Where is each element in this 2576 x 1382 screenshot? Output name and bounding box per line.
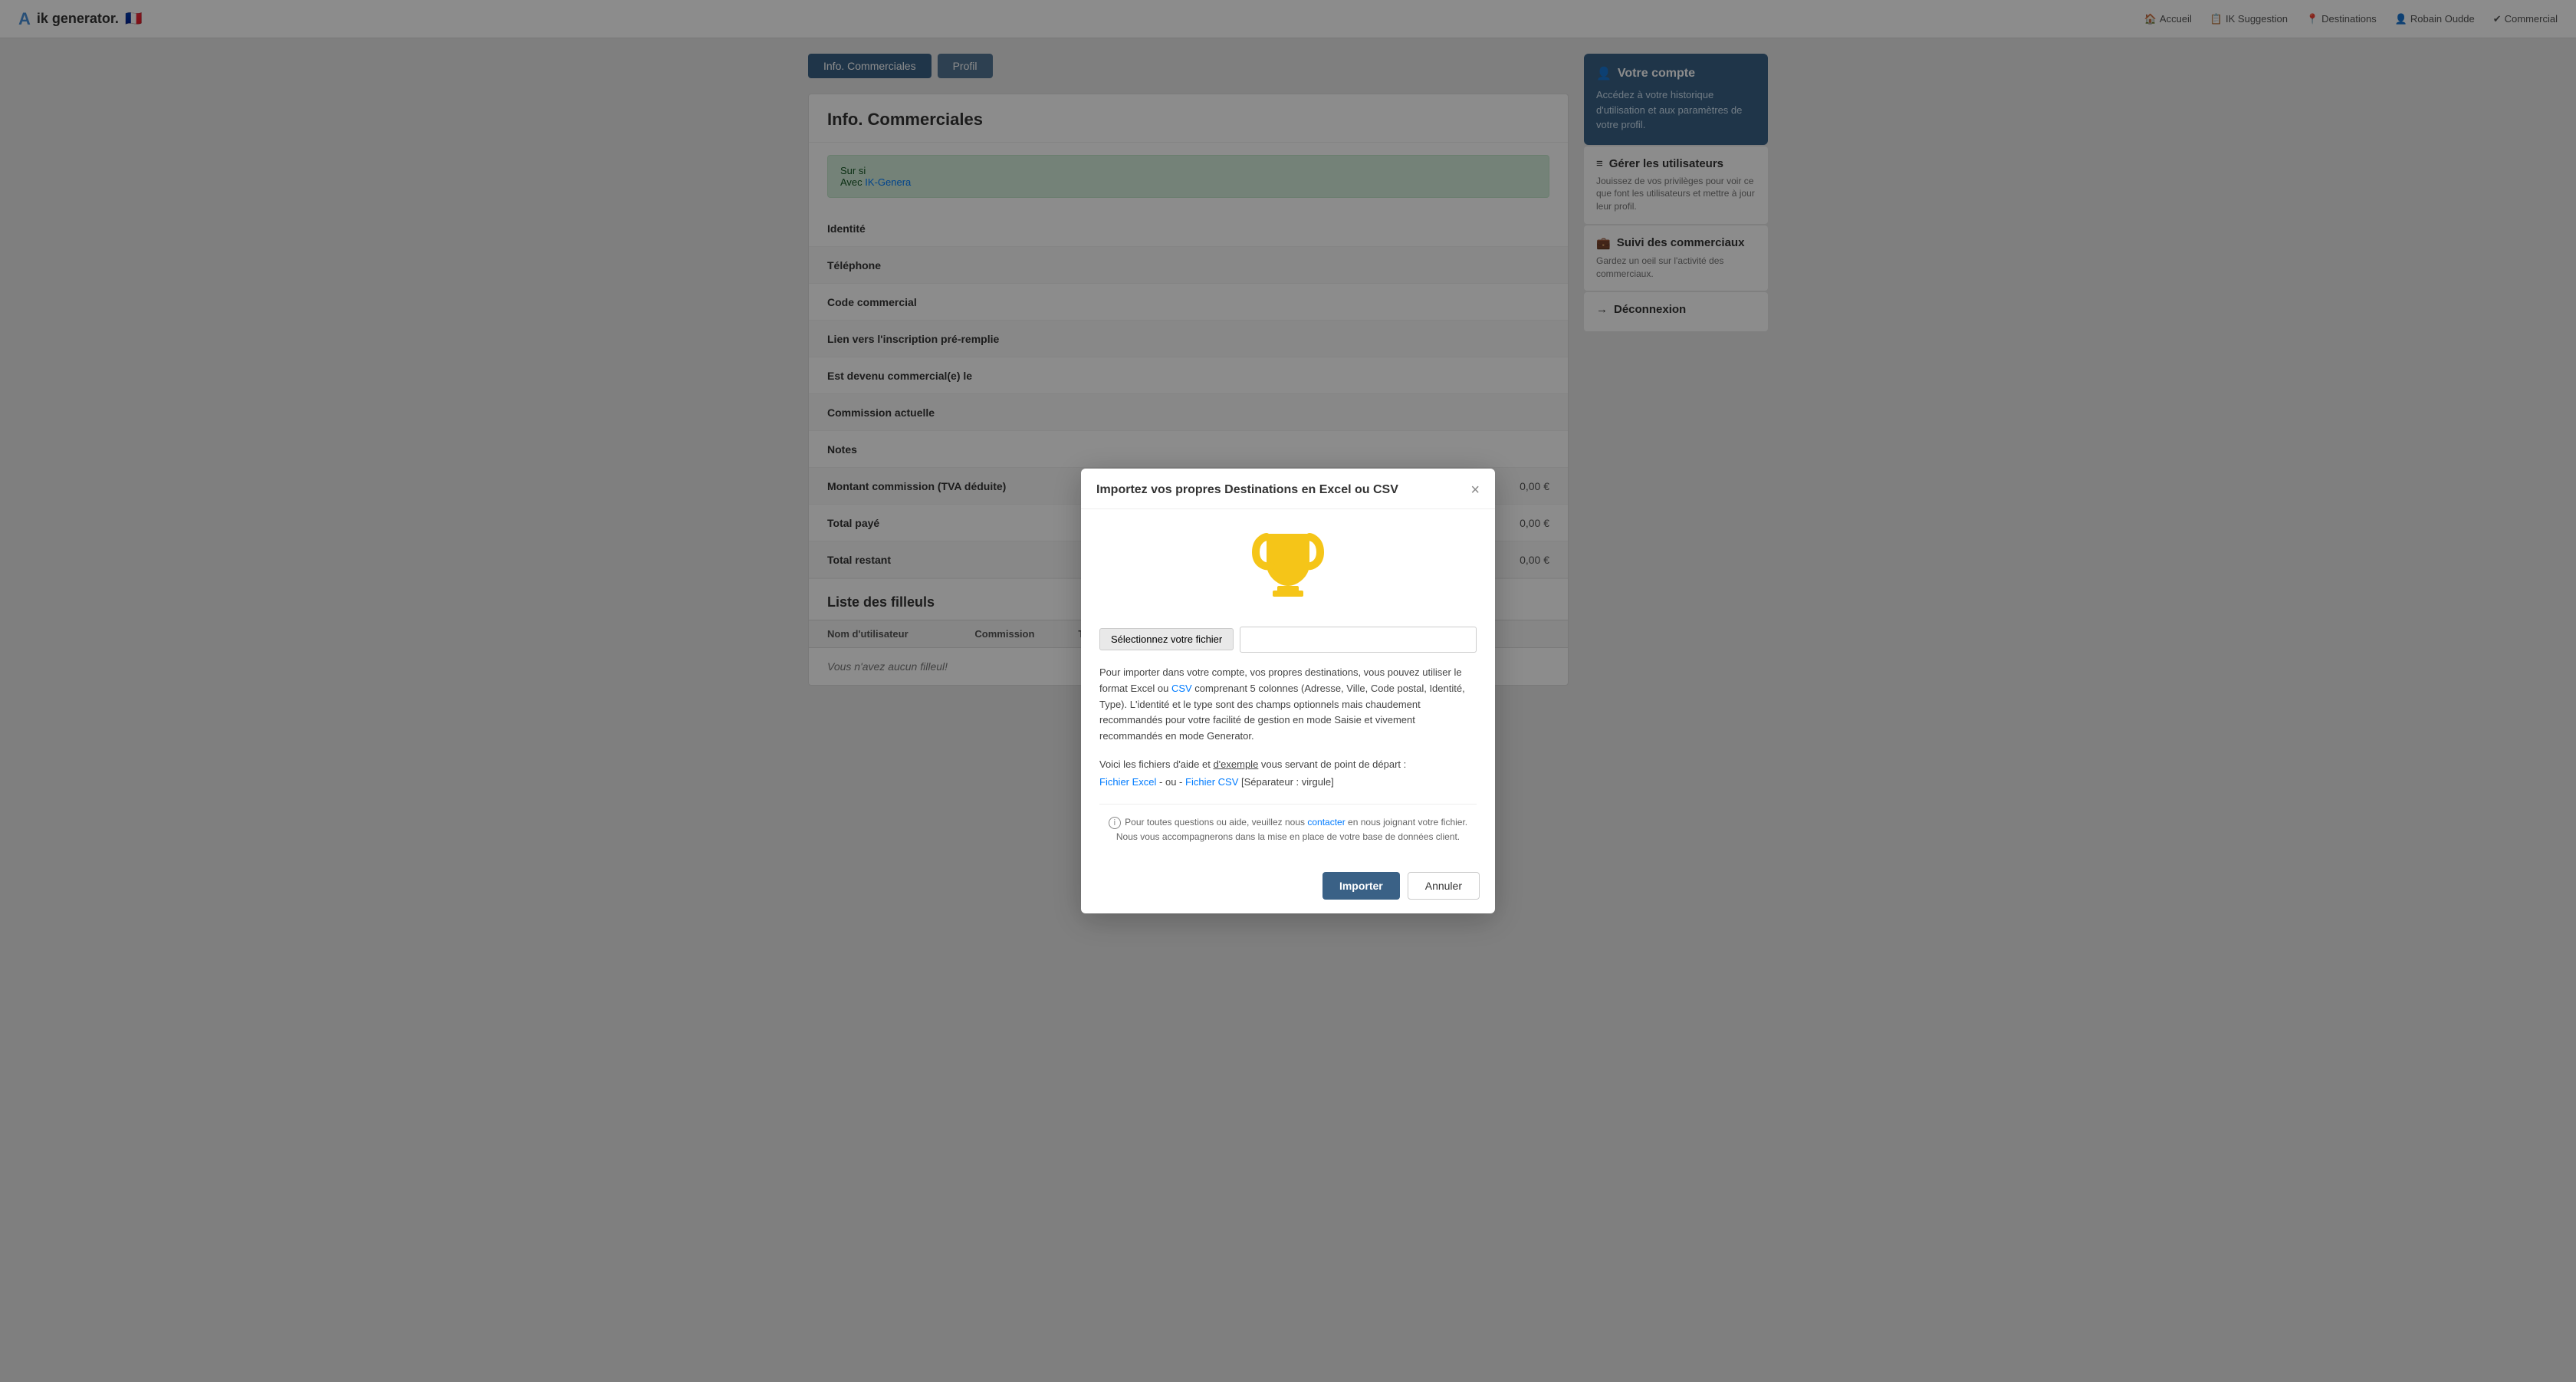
modal-description: Pour importer dans votre compte, vos pro… bbox=[1099, 665, 1477, 745]
modal-overlay[interactable]: Importez vos propres Destinations en Exc… bbox=[0, 0, 2576, 1382]
cancel-button[interactable]: Annuler bbox=[1408, 872, 1480, 900]
info-circle-icon: i bbox=[1109, 817, 1121, 829]
contact-link[interactable]: contacter bbox=[1307, 817, 1345, 828]
modal-close-button[interactable]: × bbox=[1470, 482, 1480, 498]
modal-file-row: Sélectionnez votre fichier bbox=[1099, 627, 1477, 653]
links-separator: - ou - bbox=[1159, 776, 1185, 788]
modal-body: Sélectionnez votre fichier Pour importer… bbox=[1081, 509, 1495, 863]
excel-file-link[interactable]: Fichier Excel bbox=[1099, 776, 1156, 788]
modal-header: Importez vos propres Destinations en Exc… bbox=[1081, 469, 1495, 509]
modal-dialog: Importez vos propres Destinations en Exc… bbox=[1081, 469, 1495, 913]
file-input-display bbox=[1240, 627, 1477, 653]
modal-help-text: i Pour toutes questions ou aide, veuille… bbox=[1099, 804, 1477, 844]
trophy-icon bbox=[1099, 528, 1477, 611]
modal-title: Importez vos propres Destinations en Exc… bbox=[1096, 483, 1398, 497]
csv-link-inline[interactable]: CSV bbox=[1171, 683, 1192, 694]
csv-suffix: [Séparateur : virgule] bbox=[1241, 776, 1334, 788]
modal-footer: Importer Annuler bbox=[1081, 863, 1495, 913]
import-button[interactable]: Importer bbox=[1322, 872, 1400, 900]
modal-links: Voici les fichiers d'aide et d'exemple v… bbox=[1099, 755, 1477, 791]
links-intro-text: Voici les fichiers d'aide et d'exemple v… bbox=[1099, 758, 1406, 770]
file-select-button[interactable]: Sélectionnez votre fichier bbox=[1099, 628, 1234, 650]
csv-file-link[interactable]: Fichier CSV bbox=[1185, 776, 1238, 788]
